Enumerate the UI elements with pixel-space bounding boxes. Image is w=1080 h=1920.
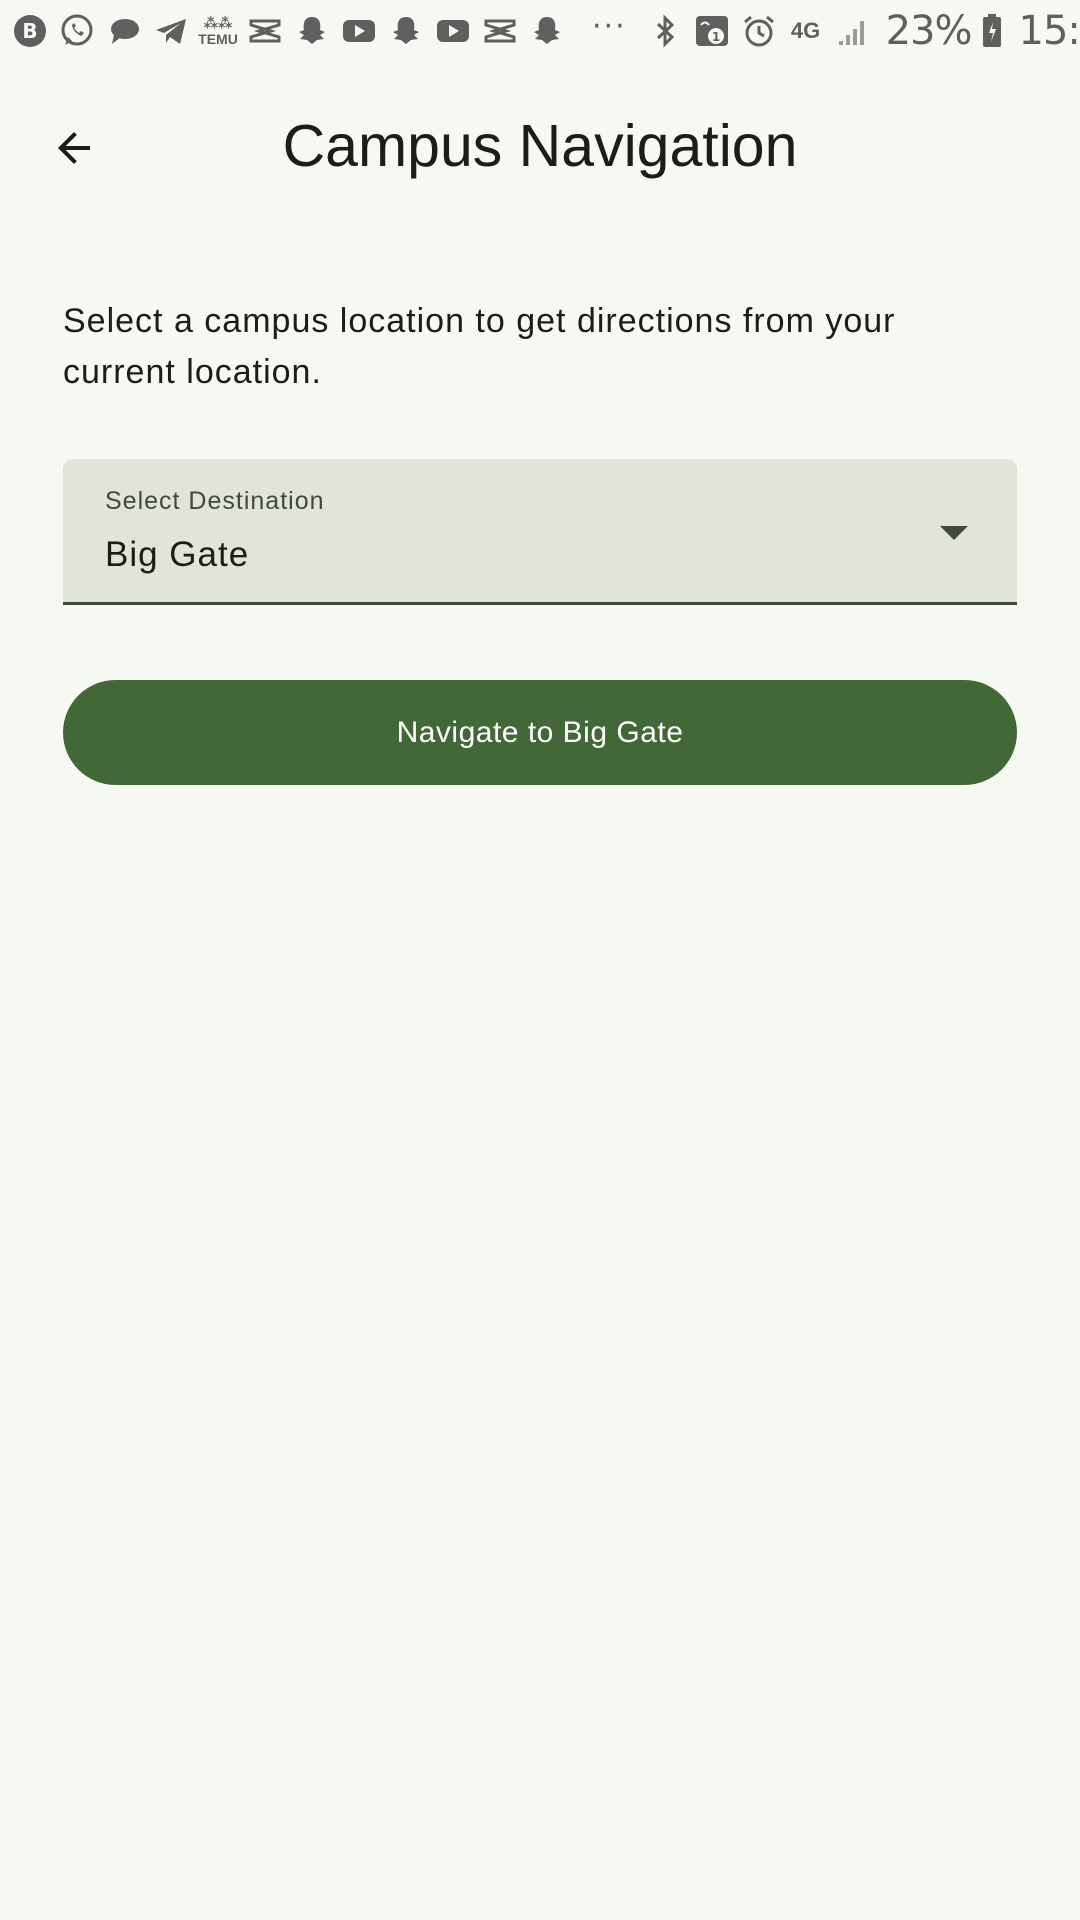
dropdown-arrow-icon	[940, 526, 968, 540]
battery-icon	[980, 11, 1004, 51]
hotspot-icon: 1	[692, 11, 732, 51]
more-notifications-icon: ···	[592, 8, 627, 44]
capcut-icon	[480, 11, 520, 51]
system-icons: 1 4G 23% 15:46	[645, 8, 1080, 54]
svg-text:B: B	[22, 19, 37, 43]
bluetooth-icon	[645, 11, 685, 51]
notification-icons: B ⁂⁂ TEMU ···	[10, 9, 645, 54]
status-bar: B ⁂⁂ TEMU ··· 1 4G 23% 15:	[0, 0, 1080, 62]
alarm-icon	[739, 11, 779, 51]
temu-icon: ⁂⁂ TEMU	[198, 15, 238, 47]
signal-icon	[833, 11, 873, 51]
b-app-icon: B	[10, 11, 50, 51]
destination-dropdown[interactable]: Select Destination Big Gate	[63, 459, 1017, 605]
app-bar: Campus Navigation	[0, 88, 1080, 208]
description-text: Select a campus location to get directio…	[63, 302, 896, 391]
youtube-icon	[339, 11, 379, 51]
snapchat-icon	[292, 11, 332, 51]
dropdown-label: Select Destination	[105, 487, 325, 515]
youtube-icon	[433, 11, 473, 51]
network-4g-icon: 4G	[790, 18, 821, 43]
messages-icon	[104, 11, 144, 51]
dropdown-selected-value: Big Gate	[105, 535, 250, 574]
telegram-icon	[151, 11, 191, 51]
whatsapp-icon	[57, 11, 97, 51]
clock: 15:46	[1018, 8, 1080, 54]
capcut-icon	[245, 11, 285, 51]
snapchat-icon	[527, 11, 567, 51]
navigate-button[interactable]: Navigate to Big Gate	[63, 680, 1017, 785]
page-title: Campus Navigation	[282, 113, 798, 179]
snapchat-icon	[386, 11, 426, 51]
battery-percent: 23%	[885, 8, 973, 54]
svg-text:1: 1	[711, 30, 719, 44]
